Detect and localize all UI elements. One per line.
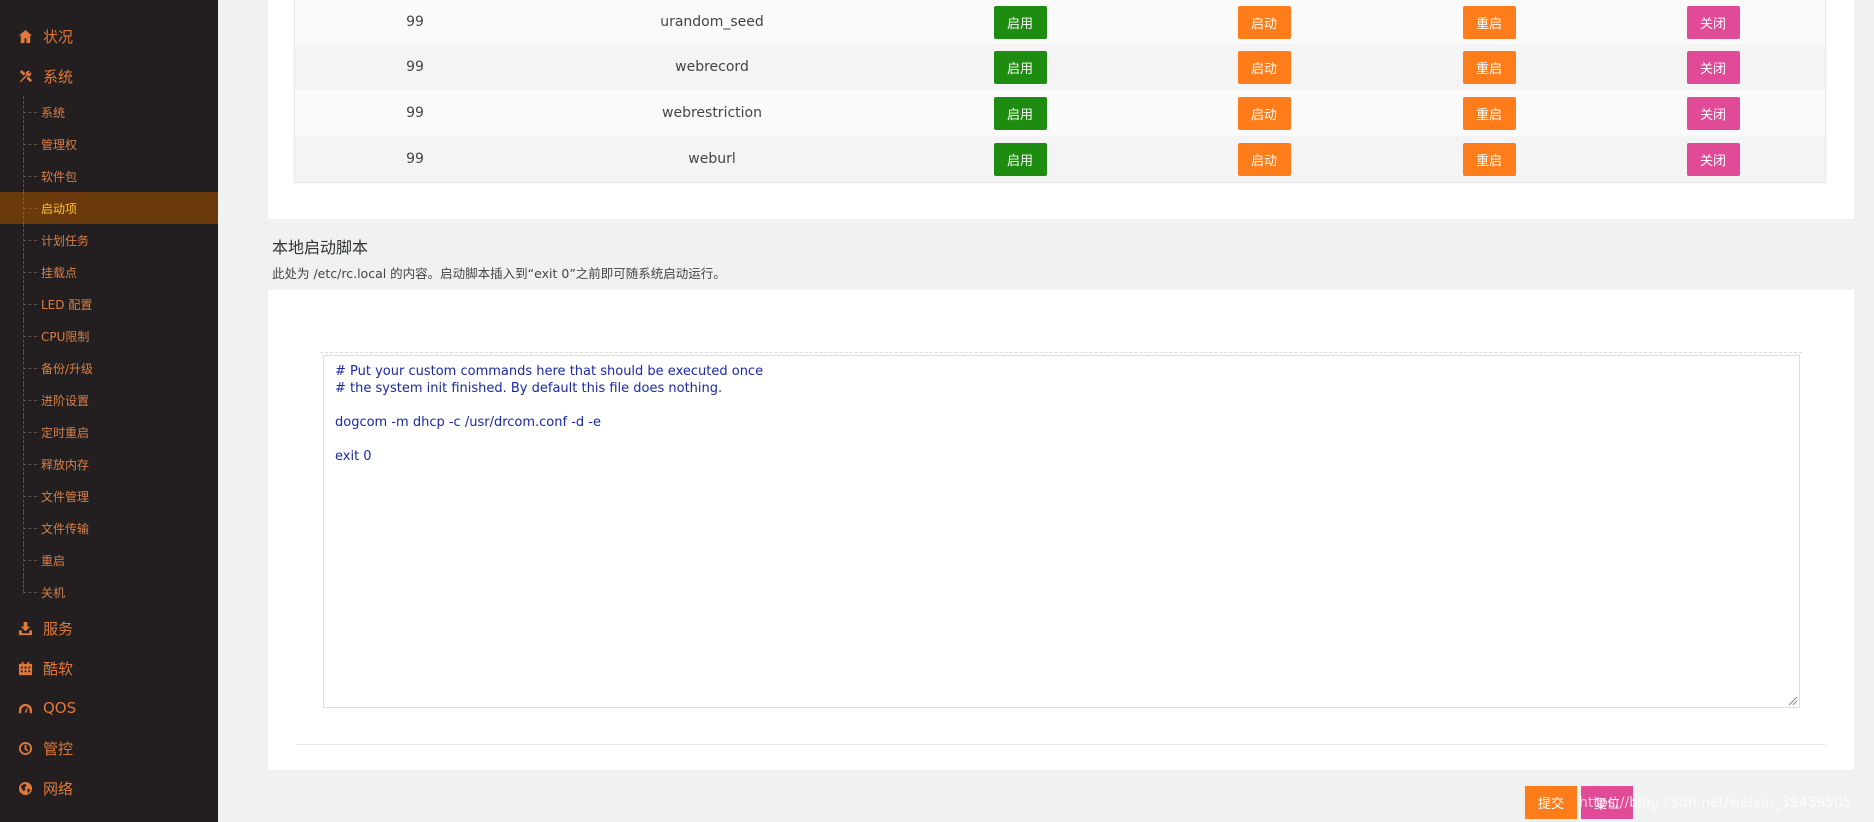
service-name-cell: webrecord [675, 59, 749, 75]
divider [320, 352, 1802, 353]
action-cell: 重启 [1377, 5, 1601, 39]
nav-section-bottom-3[interactable]: 管控 [0, 728, 218, 768]
priority-cell: 99 [406, 59, 424, 75]
sidebar-subitem[interactable]: 挂载点 [0, 256, 218, 288]
start-button[interactable]: 启动 [1237, 50, 1291, 84]
reset-button[interactable]: 复位 [1581, 786, 1633, 819]
sidebar: 状况 系统 系统 管理权 软件包 启动项 计划任务 挂载点 LED 配置 CPU限制 备份/升级进… [0, 0, 218, 822]
start-button[interactable]: 启动 [1237, 142, 1291, 176]
nav-section-label: QOS [43, 699, 77, 717]
restart-button[interactable]: 重启 [1462, 5, 1516, 39]
sidebar-subitem[interactable]: 进阶设置 [0, 384, 218, 416]
nav-section-top-1[interactable]: 系统 [0, 56, 218, 96]
sidebar-subitem[interactable]: 文件管理 [0, 480, 218, 512]
sidebar-subitem[interactable]: 系统 [0, 96, 218, 128]
nav-section-bottom-2[interactable]: QOS [0, 688, 218, 728]
table-row: 99 weburl 启用 启动 重启 关闭 [295, 136, 1825, 182]
gauge-icon [16, 699, 34, 717]
startup-table: 99 urandom_seed 启用 启动 重启 关闭 99 webrecord 启用 启动 重启关… [294, 0, 1826, 183]
stop-button[interactable]: 关闭 [1686, 5, 1740, 39]
restart-button[interactable]: 重启 [1462, 142, 1516, 176]
nav-section-bottom-1[interactable]: 酷软 [0, 648, 218, 688]
submit-button[interactable]: 提交 [1525, 786, 1577, 819]
priority-cell: 99 [406, 105, 424, 121]
action-cell: 启用 [889, 142, 1151, 176]
action-cell: 启用 [889, 96, 1151, 130]
clock-icon [16, 739, 34, 757]
footer-actions: 提交 复位 [1525, 786, 1633, 819]
nav-section-bottom-0[interactable]: 服务 [0, 608, 218, 648]
enable-button[interactable]: 启用 [993, 5, 1047, 39]
restart-button[interactable]: 重启 [1462, 96, 1516, 130]
start-button[interactable]: 启动 [1237, 96, 1291, 130]
action-cell: 启动 [1151, 5, 1377, 39]
restart-button[interactable]: 重启 [1462, 50, 1516, 84]
action-cell: 关闭 [1601, 96, 1825, 130]
action-cell: 重启 [1377, 142, 1601, 176]
nav-section-label: 管控 [43, 739, 74, 758]
tools-icon [16, 67, 34, 85]
enable-button[interactable]: 启用 [993, 50, 1047, 84]
main-content: 99 urandom_seed 启用 启动 重启 关闭 99 webrecord 启用 启动 重启关… [218, 0, 1874, 822]
nav-section-label: 状况 [43, 27, 74, 46]
sidebar-subitem[interactable]: 定时重启 [0, 416, 218, 448]
divider [296, 744, 1826, 745]
sidebar-subitem[interactable]: 文件传输 [0, 512, 218, 544]
service-name-cell: weburl [688, 151, 736, 167]
calendar-icon [16, 659, 34, 677]
download-icon [16, 619, 34, 637]
enable-button[interactable]: 启用 [993, 142, 1047, 176]
sidebar-subitem[interactable]: LED 配置 [0, 288, 218, 320]
section-description: 此处为 /etc/rc.local 的内容。启动脚本插入到“exit 0”之前即… [272, 266, 726, 281]
nav-section-top-0[interactable]: 状况 [0, 16, 218, 56]
action-cell: 关闭 [1601, 142, 1825, 176]
action-cell: 重启 [1377, 96, 1601, 130]
table-row: 99 webrestriction 启用 启动 重启 关闭 [295, 90, 1825, 136]
nav-section-label: 服务 [43, 619, 74, 638]
action-cell: 重启 [1377, 50, 1601, 84]
table-row: 99 urandom_seed 启用 启动 重启 关闭 [295, 0, 1825, 44]
sidebar-subitem[interactable]: CPU限制 [0, 320, 218, 352]
table-row: 99 webrecord 启用 启动 重启 关闭 [295, 44, 1825, 90]
sidebar-subitem[interactable]: 备份/升级 [0, 352, 218, 384]
stop-button[interactable]: 关闭 [1686, 50, 1740, 84]
action-cell: 关闭 [1601, 5, 1825, 39]
sidebar-subitem[interactable]: 重启 [0, 544, 218, 576]
service-name-cell: urandom_seed [660, 14, 764, 30]
resize-handle[interactable] [1789, 697, 1797, 705]
stop-button[interactable]: 关闭 [1686, 142, 1740, 176]
action-cell: 启动 [1151, 50, 1377, 84]
rc-local-textarea[interactable]: # Put your custom commands here that sho… [323, 355, 1800, 708]
nav-section-label: 系统 [43, 67, 74, 86]
local-script-panel: # Put your custom commands here that sho… [268, 290, 1854, 770]
sidebar-subitem[interactable]: 启动项 [0, 192, 218, 224]
startup-items-panel: 99 urandom_seed 启用 启动 重启 关闭 99 webrecord 启用 启动 重启关… [268, 0, 1854, 219]
action-cell: 启用 [889, 50, 1151, 84]
action-cell: 启用 [889, 5, 1151, 39]
sidebar-subitem[interactable]: 软件包 [0, 160, 218, 192]
sidebar-subitem[interactable]: 释放内存 [0, 448, 218, 480]
nav-section-label: 网络 [43, 779, 74, 798]
section-title: 本地启动脚本 [272, 238, 369, 257]
priority-cell: 99 [406, 14, 424, 30]
stop-button[interactable]: 关闭 [1686, 96, 1740, 130]
sidebar-subitem[interactable]: 计划任务 [0, 224, 218, 256]
nav-section-bottom-4[interactable]: 网络 [0, 768, 218, 808]
home-icon [16, 27, 34, 45]
system-submenu: 系统 管理权 软件包 启动项 计划任务 挂载点 LED 配置 CPU限制 备份/升级 进阶设置 定时… [0, 96, 218, 608]
start-button[interactable]: 启动 [1237, 5, 1291, 39]
sidebar-subitem[interactable]: 关机 [0, 576, 218, 608]
action-cell: 启动 [1151, 142, 1377, 176]
nav-section-label: 酷软 [43, 659, 74, 678]
action-cell: 启动 [1151, 96, 1377, 130]
priority-cell: 99 [406, 151, 424, 167]
service-name-cell: webrestriction [662, 105, 762, 121]
sidebar-subitem[interactable]: 管理权 [0, 128, 218, 160]
action-cell: 关闭 [1601, 50, 1825, 84]
enable-button[interactable]: 启用 [993, 96, 1047, 130]
globe-icon [16, 779, 34, 797]
